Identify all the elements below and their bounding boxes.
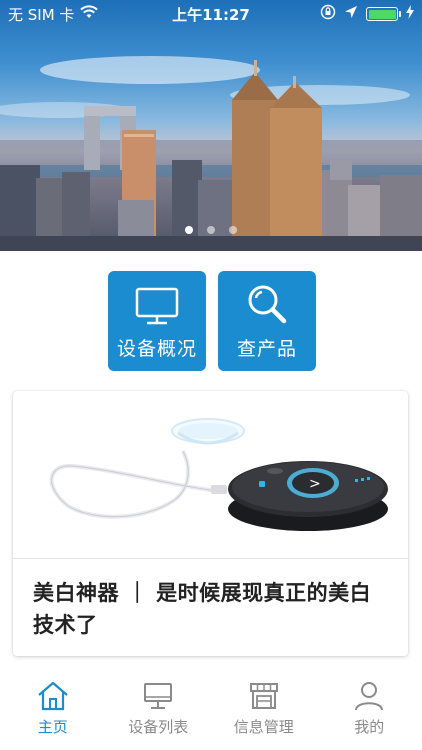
battery-level [368, 9, 396, 19]
banner-carousel[interactable] [0, 0, 422, 251]
home-icon [38, 681, 68, 711]
search-icon [248, 285, 287, 324]
tab-device-list[interactable]: 设备列表 [106, 670, 212, 750]
tab-mine-label: 我的 [354, 718, 385, 736]
battery-icon [366, 7, 401, 21]
product-image: > [13, 391, 408, 559]
monitor-icon [144, 683, 173, 709]
device-overview-label: 设备概况 [116, 338, 197, 360]
whitening-device-image: > [49, 418, 388, 531]
tab-home[interactable]: 主页 [0, 670, 106, 750]
search-products-button[interactable]: 查产品 [218, 271, 316, 371]
svg-text:>: > [309, 476, 321, 492]
carousel-dot[interactable] [207, 226, 215, 234]
quick-actions: 设备概况 查产品 [108, 271, 316, 371]
tab-bar: 主页 设备列表 信息管理 我的 [0, 670, 422, 750]
city-skyline-image [0, 56, 422, 251]
carousel-indicator[interactable] [0, 226, 422, 234]
tab-home-label: 主页 [37, 718, 68, 736]
monitor-icon [135, 287, 179, 325]
tab-device-list-label: 设备列表 [128, 718, 189, 736]
product-card[interactable]: > 美白神器 ｜ 是时候展现真正的美白技术了 [13, 391, 408, 656]
carousel-dot[interactable] [229, 226, 237, 234]
status-bar: 无 SIM 卡 上午11:27 [0, 0, 422, 28]
product-title: 美白神器 ｜ 是时候展现真正的美白技术了 [33, 581, 372, 637]
carousel-dot[interactable] [185, 226, 193, 234]
tab-info-management-label: 信息管理 [233, 718, 294, 736]
store-icon [249, 683, 278, 709]
device-overview-button[interactable]: 设备概况 [108, 271, 206, 371]
tab-info-management[interactable]: 信息管理 [211, 670, 317, 750]
search-products-label: 查产品 [236, 338, 297, 360]
status-time: 上午11:27 [172, 5, 250, 24]
tab-mine[interactable]: 我的 [317, 670, 422, 750]
user-icon [355, 682, 384, 711]
